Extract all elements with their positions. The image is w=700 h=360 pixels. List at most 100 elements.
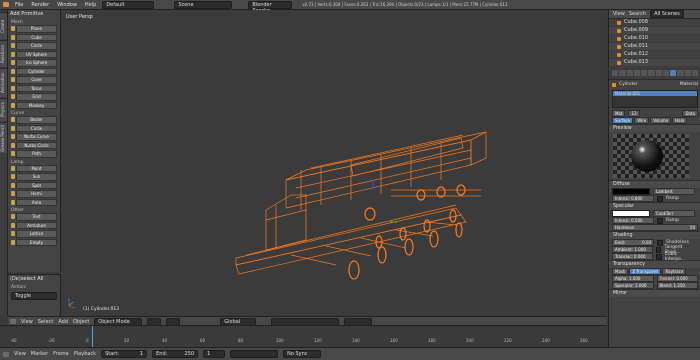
diffuse-shader[interactable]: Lambert (653, 188, 695, 195)
add-uv-sphere-button[interactable]: UV Sphere (11, 50, 57, 58)
transparency-blend[interactable]: Blend: 1.250 (656, 282, 698, 289)
timeline-editor-icon[interactable] (3, 351, 9, 357)
outliner-search-menu[interactable]: Search (629, 11, 646, 17)
transparency-specular[interactable]: Specular: 1.000 (612, 282, 654, 289)
operator-action-select[interactable]: Toggle (11, 292, 57, 300)
diffuse-ramp-checkbox[interactable] (657, 195, 663, 202)
data-tab-icon[interactable] (662, 70, 669, 76)
menu-help[interactable]: Help (83, 2, 98, 8)
current-frame-marker[interactable] (92, 326, 93, 348)
context-material[interactable]: Material (680, 82, 698, 87)
preview-panel-header[interactable]: Preview (609, 124, 700, 132)
modifiers-tab-icon[interactable] (655, 70, 662, 76)
add-ico-sphere-button[interactable]: Ico Sphere (11, 59, 57, 67)
menu-select[interactable]: Select (38, 319, 53, 325)
constraints-tab-icon[interactable] (648, 70, 655, 76)
playback-controls[interactable] (230, 350, 279, 358)
menu-view[interactable]: View (21, 319, 33, 325)
blender-logo-icon[interactable] (3, 2, 9, 7)
outliner-view-menu[interactable]: View (613, 11, 625, 17)
tab-wire[interactable]: Wire (634, 117, 650, 124)
add-nurbs-circle-button[interactable]: Nurbs Circle (11, 141, 57, 149)
outliner-row[interactable]: Cube.009 (609, 27, 700, 35)
add-circle-button[interactable]: Circle (11, 42, 57, 50)
outliner-row[interactable]: Cube.013 (609, 59, 700, 67)
shadeless-checkbox[interactable] (657, 239, 663, 246)
render-engine-selector[interactable]: Blender Render (248, 0, 293, 14)
menu-window[interactable]: Window (55, 2, 79, 8)
timeline[interactable]: -40 -20 0 20 40 60 80 100 120 140 160 180 200 220 240 2… (0, 325, 607, 348)
specular-hardness[interactable]: Hardness: 50 (612, 224, 698, 231)
add-primitive-header[interactable]: Add Primitive (8, 10, 60, 18)
tab-surface[interactable]: Surface (612, 117, 634, 124)
world-tab-icon[interactable] (633, 70, 640, 76)
add-cone-button[interactable]: Cone (11, 76, 57, 84)
operator-title[interactable]: (De)select All (8, 275, 60, 283)
object-tab-icon[interactable] (641, 70, 648, 76)
scene-selector[interactable]: Scene (174, 0, 233, 9)
end-frame-field[interactable]: End: 250 (152, 350, 199, 358)
material-users[interactable]: 13 (628, 110, 640, 117)
shading-panel-header[interactable]: Shading (609, 231, 700, 239)
add-nurbs-curve-button[interactable]: Nurbs Curve (11, 133, 57, 141)
specular-intensity[interactable]: Intensi: 0.500 (612, 217, 654, 224)
material-name[interactable]: Mat (612, 110, 626, 117)
transparency-fresnel[interactable]: Fresnel: 0.000 (656, 275, 698, 282)
mirror-panel-header[interactable]: Mirror (609, 289, 700, 297)
context-object[interactable]: Cylinder (619, 82, 638, 87)
scene-tab-icon[interactable] (626, 70, 633, 76)
wireframe-model[interactable] (61, 10, 607, 315)
add-cylinder-button[interactable]: Cylinder (11, 67, 57, 75)
menu-object[interactable]: Object (73, 319, 89, 325)
outliner-row[interactable]: Cube.012 (609, 51, 700, 59)
transparency-mask[interactable]: Mask (612, 268, 629, 275)
add-cube-button[interactable]: Cube (11, 33, 57, 41)
tab-create[interactable]: Create (0, 12, 7, 39)
shading-emit[interactable]: Emit: 0.00 (612, 239, 654, 246)
diffuse-panel-header[interactable]: Diffuse (609, 180, 700, 188)
tab-animation[interactable]: Animation (0, 68, 7, 97)
footer-view[interactable]: View (14, 351, 26, 357)
shading-ambient[interactable]: Ambient: 1.000 (612, 246, 653, 253)
tab-volume[interactable]: Volume (650, 117, 672, 124)
menu-render[interactable]: Render (29, 2, 51, 8)
add-circle-button[interactable]: Circle (11, 124, 57, 132)
add-lattice-button[interactable]: Lattice (11, 230, 57, 238)
outliner-row[interactable]: Cube.008 (609, 19, 700, 27)
material-link[interactable]: Data (682, 110, 698, 117)
add-hemi-button[interactable]: Hemi (11, 190, 57, 198)
menu-file[interactable]: File (13, 2, 25, 8)
outliner-display-mode[interactable]: All Scenes (650, 10, 685, 18)
current-frame-field[interactable]: 1 (203, 350, 226, 358)
add-area-button[interactable]: Area (11, 198, 57, 206)
specular-shader[interactable]: CookTorr (653, 210, 695, 217)
add-plane-button[interactable]: Plane (11, 25, 57, 33)
physics-tab-icon[interactable] (691, 70, 698, 76)
transparency-z[interactable]: Z Transparen (629, 268, 662, 275)
add-monkey-button[interactable]: Monkey (11, 101, 57, 109)
add-sun-button[interactable]: Sun (11, 173, 57, 181)
cubic-interp-checkbox[interactable] (655, 253, 662, 260)
add-path-button[interactable]: Path (11, 150, 57, 158)
add-torus-button[interactable]: Torus (11, 84, 57, 92)
diffuse-color[interactable] (612, 188, 650, 195)
3d-viewport[interactable]: User Persp (1) Cylinder.013 (61, 10, 607, 315)
add-point-button[interactable]: Point (11, 164, 57, 172)
tab-grease-pencil[interactable]: Grease Pencil (0, 122, 7, 153)
tab-halo[interactable]: Halo (672, 117, 688, 124)
material-tab-icon[interactable] (670, 70, 677, 76)
sync-selector[interactable]: No Sync (283, 350, 322, 358)
specular-panel-header[interactable]: Specular (609, 202, 700, 210)
add-spot-button[interactable]: Spot (11, 181, 57, 189)
footer-playback[interactable]: Playback (74, 351, 96, 357)
tab-relations[interactable]: Relations (0, 40, 7, 67)
render-tab-icon[interactable] (612, 70, 619, 76)
add-grid-button[interactable]: Grid (11, 93, 57, 101)
add-bezier-button[interactable]: Bezier (11, 116, 57, 124)
menu-add[interactable]: Add (58, 319, 68, 325)
add-text-button[interactable]: Text (11, 213, 57, 221)
tab-physics[interactable]: Physics (0, 98, 7, 121)
start-frame-field[interactable]: Start: 1 (101, 350, 148, 358)
footer-marker[interactable]: Marker (31, 351, 48, 357)
outliner-row[interactable]: Cube.010 (609, 35, 700, 43)
